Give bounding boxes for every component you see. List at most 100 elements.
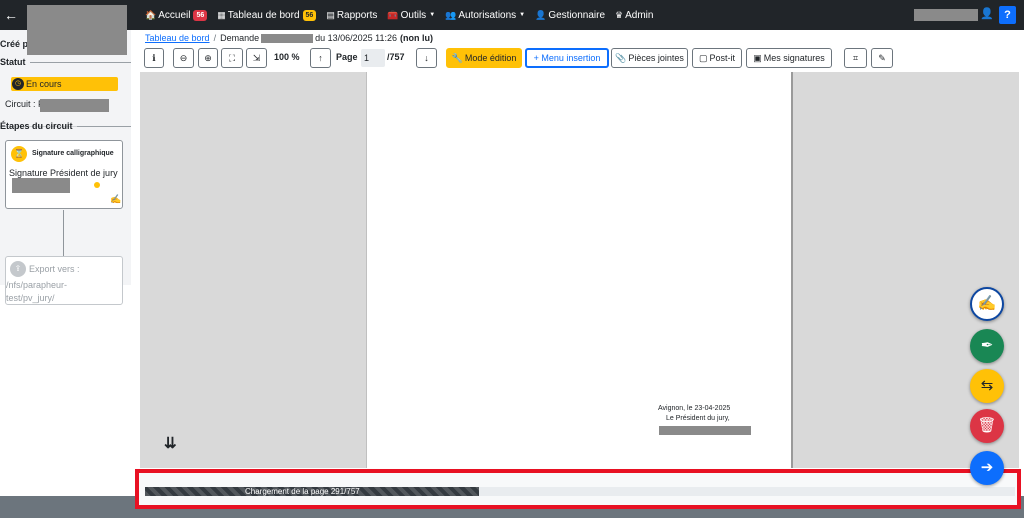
sign-lock-button[interactable]: ✒ [970, 329, 1004, 363]
back-arrow-icon[interactable]: ← [4, 7, 18, 23]
progress-label: Chargement de la page 291/757 [245, 487, 360, 496]
note-icon: ▢ [698, 52, 708, 63]
circuit-step-card[interactable]: ⌛ Signature calligraphique Signature Pré… [5, 140, 123, 209]
signature-icon: ✍ [110, 194, 122, 204]
nav-item-label: Rapports [336, 9, 378, 21]
previous-page-button[interactable]: ↑ [310, 48, 331, 68]
redacted-circuit-name [40, 99, 109, 112]
export-icon: ⇪ [10, 261, 26, 277]
document-page[interactable]: Avignon, le 23-04-2025 Le Président du j… [366, 72, 793, 468]
nav-item-tableau-de-bord[interactable]: ▦ Tableau de bord 56 [217, 9, 317, 21]
caret-down-icon: ▼ [519, 12, 526, 18]
scan-button[interactable]: ⌗ [844, 48, 867, 68]
export-path-line: test/pv_jury/ [6, 293, 55, 303]
nav-item-accueil[interactable]: 🏠 Accueil 56 [145, 9, 208, 21]
arrow-up-icon: ↑ [318, 53, 323, 63]
page-loading-progress: Chargement de la page 291/757 [135, 469, 1021, 509]
info-icon: ℹ [152, 52, 156, 63]
circuit-label: Circuit : F [5, 99, 44, 109]
export-title: Export vers : [29, 264, 80, 274]
status-legend-label: Statut [0, 57, 26, 67]
redacted-username[interactable] [914, 9, 978, 21]
zoom-level: 100 % [274, 52, 300, 62]
user-icon[interactable]: 👤 [980, 7, 994, 20]
fit-page-button[interactable]: ⛶ [221, 48, 243, 68]
step-connector [63, 210, 64, 256]
step-title: Signature calligraphique [32, 150, 114, 157]
crown-icon: ♛ [615, 9, 624, 20]
menu-insertion-button[interactable]: + Menu insertion [525, 48, 609, 68]
user-icon: 👤 [535, 9, 547, 20]
nav-item-label: Gestionnaire [548, 9, 606, 21]
nav-item-label: Outils [400, 9, 427, 21]
steps-legend: Étapes du circuit [0, 121, 131, 131]
nav-item-autorisations[interactable]: 👥 Autorisations ▼ [445, 10, 525, 21]
pending-dot-icon [94, 182, 100, 188]
caret-down-icon: ▼ [429, 12, 436, 18]
redacted-signer-name [12, 178, 70, 193]
info-button[interactable]: ℹ [144, 48, 164, 68]
home-icon: 🏠 [145, 9, 157, 20]
delegate-button[interactable]: ⇆ [970, 369, 1004, 403]
help-button[interactable]: ? [999, 6, 1016, 24]
mode-edition-button[interactable]: 🔧 Mode édition [446, 48, 522, 68]
post-it-button[interactable]: ▢ Post-it [692, 48, 742, 68]
compress-icon: ⇲ [252, 52, 261, 63]
nav-item-gestionnaire[interactable]: 👤 Gestionnaire [535, 10, 605, 21]
breadcrumb: Tableau de bord / Demande du 13/06/2025 … [145, 33, 433, 43]
document-signer-title: Le Président du jury, [666, 415, 730, 422]
export-path-line: /nfs/parapheur- [6, 280, 68, 290]
nav-item-outils[interactable]: 🧰 Outils ▼ [387, 10, 435, 21]
document-location-date: Avignon, le 23-04-2025 [658, 405, 731, 412]
status-badge-label: En cours [26, 79, 62, 89]
pieces-jointes-label: Pièces jointes [628, 53, 684, 63]
sign-document-button[interactable]: ✍ [970, 287, 1004, 321]
export-step-card[interactable]: ⇪ Export vers : /nfs/parapheur- test/pv_… [5, 256, 123, 305]
delete-button[interactable]: 🗑 [970, 409, 1004, 443]
mes-signatures-label: Mes signatures [763, 53, 825, 63]
nav-item-label: Admin [625, 9, 654, 21]
breadcrumb-demande-date: du 13/06/2025 11:26 [315, 33, 398, 43]
zoom-in-icon: ⊕ [204, 52, 212, 63]
nav-item-label: Tableau de bord [227, 9, 300, 21]
page-number-input[interactable]: 1 [361, 49, 385, 67]
progress-bar-fill: Chargement de la page 291/757 [145, 487, 480, 496]
clock-icon: ◷ [12, 78, 24, 90]
fit-width-button[interactable]: ⇲ [246, 48, 267, 68]
scroll-to-bottom-icon[interactable]: ⇊ [164, 434, 176, 452]
page-total: /757 [387, 52, 405, 62]
zoom-out-button[interactable]: ⊖ [173, 48, 194, 68]
breadcrumb-separator: / [213, 33, 217, 43]
pieces-jointes-button[interactable]: 📎 Pièces jointes [611, 48, 688, 68]
legend-divider [76, 125, 131, 127]
pen-button[interactable]: ✎ [871, 48, 893, 68]
breadcrumb-demande-prefix: Demande [220, 33, 260, 43]
users-icon: 👥 [445, 9, 457, 20]
breadcrumb-home-link[interactable]: Tableau de bord [145, 33, 210, 43]
redacted-signer-name [659, 426, 751, 435]
pen-icon: ✎ [878, 52, 886, 63]
status-legend: Statut [0, 57, 131, 67]
next-arrow-button[interactable]: ➔ [970, 451, 1004, 485]
sidebar: Créé pa Statut ◷ En cours Circuit : F Ét… [0, 30, 131, 305]
nav-item-admin[interactable]: ♛ Admin [615, 10, 653, 21]
progress-track: Chargement de la page 291/757 [145, 487, 1015, 496]
nav-item-rapports[interactable]: ▤ Rapports [326, 10, 377, 21]
breadcrumb-read-status: (non lu) [400, 33, 434, 43]
steps-legend-label: Étapes du circuit [0, 121, 73, 131]
scan-icon: ⌗ [852, 52, 859, 63]
notification-badge: 56 [302, 9, 317, 21]
zoom-in-button[interactable]: ⊕ [198, 48, 218, 68]
zoom-out-icon: ⊖ [179, 52, 188, 63]
nav-item-label: Accueil [158, 9, 191, 21]
mes-signatures-button[interactable]: ▣ Mes signatures [746, 48, 832, 68]
wrench-icon: 🔧 [451, 52, 463, 63]
arrow-down-icon: ↓ [424, 53, 429, 63]
next-page-button[interactable]: ↓ [416, 48, 437, 68]
nav-links: 🏠 Accueil 56 ▦ Tableau de bord 56 ▤ Rapp… [145, 0, 663, 30]
legend-divider [29, 61, 131, 63]
redacted-creator-block [27, 5, 127, 55]
report-icon: ▤ [326, 9, 335, 20]
document-viewer[interactable]: Avignon, le 23-04-2025 Le Président du j… [140, 72, 1019, 468]
expand-icon: ⛶ [228, 52, 236, 63]
